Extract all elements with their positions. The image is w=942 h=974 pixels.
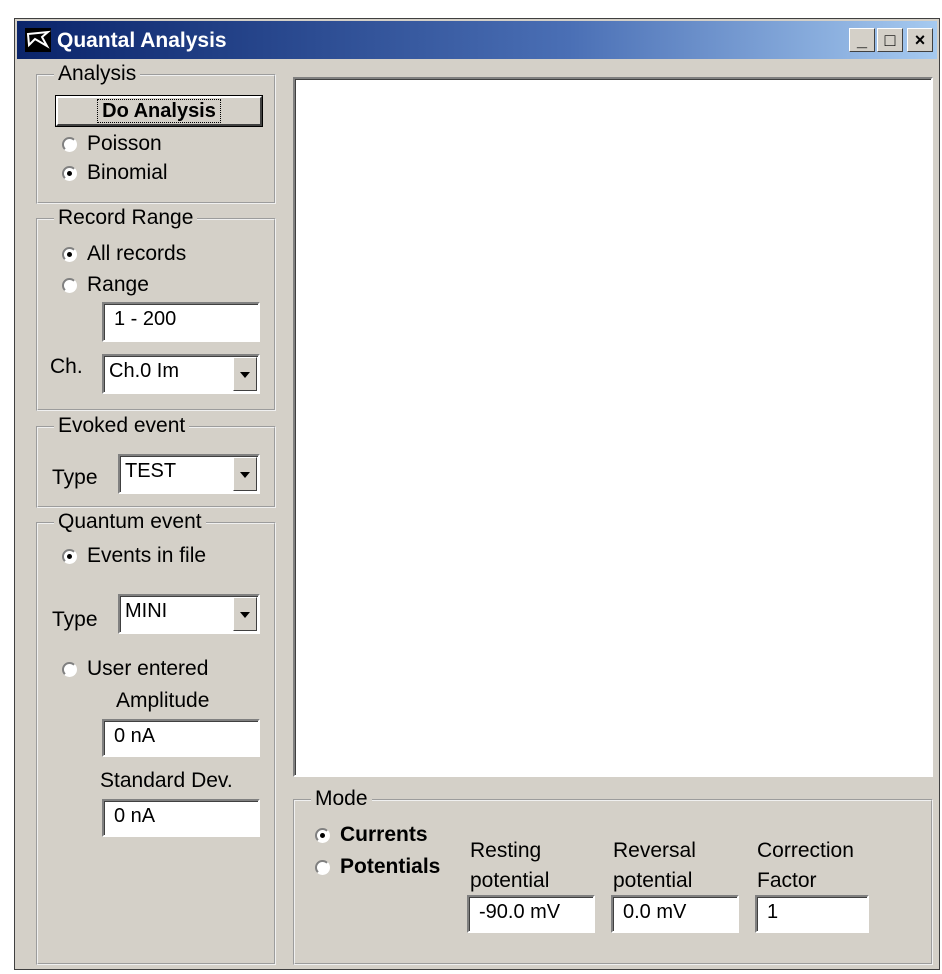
correction-label-line2: Factor [757, 869, 817, 892]
minimize-button[interactable]: _ [849, 28, 875, 52]
potentials-radio[interactable]: Potentials [315, 855, 440, 879]
currents-radio-dot[interactable] [315, 827, 330, 843]
results-plot-area[interactable] [293, 77, 933, 777]
quantal-analysis-window: Quantal Analysis _ □ × Analysis Do Analy… [14, 18, 940, 970]
channel-label: Ch. [50, 355, 83, 378]
record-range-legend: Record Range [54, 207, 198, 229]
user-entered-label: User entered [87, 657, 209, 680]
resting-label-line2: potential [470, 869, 550, 892]
currents-radio[interactable]: Currents [315, 823, 428, 847]
correction-label-line1: Correction [757, 839, 854, 862]
correction-factor-input[interactable]: 1 [755, 895, 869, 933]
poisson-label: Poisson [87, 132, 162, 155]
quantum-type-select[interactable]: MINI [118, 594, 260, 634]
binomial-label: Binomial [87, 161, 168, 184]
quantum-event-group: Quantum event Events in file Type MINI U… [36, 511, 276, 965]
potentials-label: Potentials [340, 855, 441, 878]
currents-label: Currents [340, 823, 428, 846]
range-radio[interactable]: Range [62, 273, 149, 297]
analysis-legend: Analysis [54, 63, 141, 85]
quantum-type-value: MINI [125, 600, 168, 622]
resting-potential-input[interactable]: -90.0 mV [467, 895, 595, 933]
do-analysis-label: Do Analysis [97, 99, 221, 123]
channel-select[interactable]: Ch.0 Im [102, 354, 260, 394]
user-entered-radio[interactable]: User entered [62, 657, 208, 681]
quantum-type-label: Type [52, 608, 98, 631]
evoked-type-label: Type [52, 466, 98, 489]
range-label: Range [87, 273, 149, 296]
binomial-radio[interactable]: Binomial [62, 161, 168, 185]
quantum-event-legend: Quantum event [54, 511, 206, 533]
reversal-label-line2: potential [613, 869, 693, 892]
events-in-file-radio-dot[interactable] [62, 548, 77, 564]
amplitude-input[interactable]: 0 nA [102, 719, 260, 757]
chevron-down-icon[interactable] [233, 357, 257, 391]
evoked-type-select[interactable]: TEST [118, 454, 260, 494]
user-entered-radio-dot[interactable] [62, 661, 77, 677]
events-in-file-label: Events in file [87, 544, 207, 567]
potentials-radio-dot[interactable] [315, 859, 330, 875]
reversal-potential-input[interactable]: 0.0 mV [611, 895, 739, 933]
all-records-radio[interactable]: All records [62, 242, 186, 266]
window-title: Quantal Analysis [57, 29, 227, 52]
all-records-radio-dot[interactable] [62, 246, 77, 262]
evoked-type-value: TEST [125, 460, 177, 482]
title-bar[interactable]: Quantal Analysis _ □ × [17, 21, 937, 59]
do-analysis-button[interactable]: Do Analysis [56, 96, 262, 126]
range-radio-dot[interactable] [62, 277, 77, 293]
chevron-down-icon[interactable] [233, 457, 257, 491]
reversal-label-line1: Reversal [613, 839, 696, 862]
app-icon [25, 28, 51, 52]
poisson-radio[interactable]: Poisson [62, 132, 162, 156]
chevron-down-icon[interactable] [233, 597, 257, 631]
poisson-radio-dot[interactable] [62, 136, 77, 152]
mode-legend: Mode [311, 788, 372, 810]
maximize-button[interactable]: □ [877, 28, 903, 52]
resting-label-line1: Resting [470, 839, 542, 862]
events-in-file-radio[interactable]: Events in file [62, 544, 206, 568]
mode-group: Mode Currents Potentials Resting potenti… [293, 788, 933, 965]
all-records-label: All records [87, 242, 187, 265]
range-input[interactable]: 1 - 200 [102, 302, 260, 342]
binomial-radio-dot[interactable] [62, 165, 77, 181]
std-dev-input[interactable]: 0 nA [102, 799, 260, 837]
record-range-group: Record Range All records Range 1 - 200 C… [36, 207, 276, 411]
evoked-event-legend: Evoked event [54, 415, 190, 437]
evoked-event-group: Evoked event Type TEST [36, 415, 276, 508]
std-dev-label: Standard Dev. [100, 769, 233, 792]
amplitude-label: Amplitude [116, 689, 210, 712]
channel-value: Ch.0 Im [109, 360, 180, 382]
close-button[interactable]: × [907, 28, 933, 52]
analysis-group: Analysis Do Analysis Poisson Binomial [36, 63, 276, 204]
